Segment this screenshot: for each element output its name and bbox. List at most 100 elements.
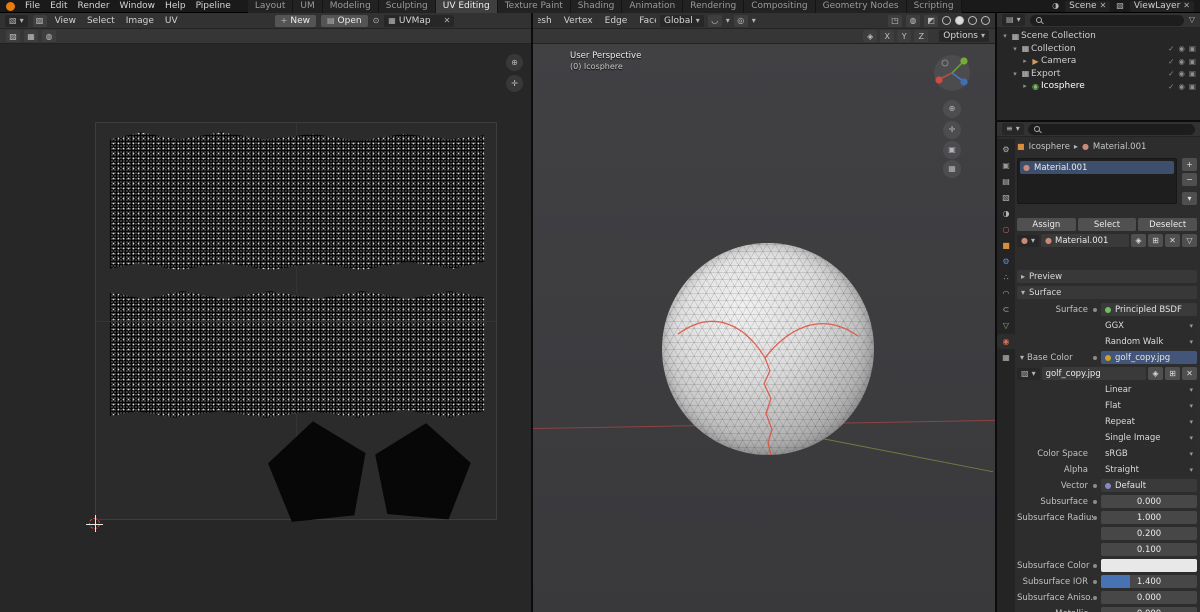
tab-texture[interactable]: ▦ — [997, 350, 1015, 365]
gizmo-toggle-icon[interactable]: ◳ — [888, 14, 902, 27]
keyframe-dot[interactable] — [1093, 595, 1097, 600]
proportional-dropdown-icon[interactable]: ▾ — [752, 16, 756, 25]
color-space-dropdown[interactable]: sRGB ▾ — [1101, 447, 1197, 460]
tab-modifiers[interactable]: ⚙ — [997, 254, 1015, 269]
uv-menu-uv[interactable]: UV — [162, 16, 181, 26]
eye-icon[interactable]: ◉ — [1178, 44, 1185, 53]
workspace-tab-texture-paint[interactable]: Texture Paint — [497, 0, 571, 13]
uv-sync-toggle-icon[interactable]: ▨ — [32, 14, 47, 27]
outliner-filter-icon[interactable]: ▽ — [1189, 16, 1195, 24]
mirror-x-toggle[interactable]: X — [880, 30, 895, 42]
expand-icon[interactable]: ▾ — [1010, 70, 1020, 78]
workspace-tab-geometry-nodes[interactable]: Geometry Nodes — [815, 0, 907, 13]
render-visibility-icon[interactable]: ▣ — [1189, 44, 1196, 53]
uv-island-pentagon-right[interactable] — [370, 419, 474, 521]
duplicate-image-button[interactable]: ⊞ — [1165, 367, 1180, 380]
viewlayer-selector[interactable]: ViewLayer ✕ — [1129, 0, 1194, 12]
fake-user-button[interactable]: ◈ — [1148, 367, 1163, 380]
workspace-tab-layout[interactable]: Layout — [247, 0, 294, 13]
outliner-row-export[interactable]: ▾ ▦ Export ✓ ◉ ▣ — [997, 68, 1200, 81]
sss-method-dropdown[interactable]: Random Walk ▾ — [1101, 335, 1197, 348]
outliner-search-input[interactable] — [1029, 14, 1184, 26]
image-name-field[interactable]: golf_copy.jpg — [1041, 367, 1146, 380]
mirror-y-toggle[interactable]: Y — [897, 30, 912, 42]
unlink-material-button[interactable]: ✕ — [1165, 234, 1180, 247]
scene-selector[interactable]: Scene ✕ — [1065, 0, 1111, 12]
new-material-button[interactable]: ⊞ — [1148, 234, 1163, 247]
tab-view-layer[interactable]: ▧ — [997, 190, 1015, 205]
uv-display-repeat-icon[interactable]: ▦ — [24, 30, 38, 42]
menu-pipeline[interactable]: Pipeline — [191, 1, 236, 11]
eye-icon[interactable]: ◉ — [1178, 82, 1185, 91]
render-visibility-icon[interactable]: ▣ — [1189, 57, 1196, 66]
tab-scene[interactable]: ◑ — [997, 206, 1015, 221]
expand-icon[interactable]: ▸ — [1020, 82, 1030, 90]
remove-slot-button[interactable]: − — [1182, 173, 1197, 186]
filter-button[interactable]: ▽ — [1182, 234, 1197, 247]
uv-pan-icon[interactable]: ✛ — [506, 75, 523, 92]
projection-dropdown[interactable]: Flat ▾ — [1101, 399, 1197, 412]
tab-tool[interactable]: ⚙ — [997, 142, 1015, 157]
breadcrumb-object[interactable]: Icosphere — [1029, 142, 1070, 152]
preview-panel-header[interactable]: ▸ Preview — [1017, 270, 1197, 283]
outliner-editor-type-button[interactable]: ▤ ▾ — [1002, 14, 1025, 26]
outliner-row-camera[interactable]: ▸ ▶ Camera ✓ ◉ ▣ — [997, 55, 1200, 68]
render-visibility-icon[interactable]: ▣ — [1189, 82, 1196, 91]
snap-magnet-icon[interactable]: ◡ — [707, 14, 722, 27]
radius-x-slider[interactable]: 1.000 — [1101, 511, 1197, 524]
open-image-button[interactable]: ▤ Open — [320, 14, 368, 27]
workspace-tab-um[interactable]: UM — [293, 0, 323, 13]
menu-help[interactable]: Help — [160, 1, 191, 11]
radius-y-slider[interactable]: 0.200 — [1101, 527, 1197, 540]
expand-icon[interactable]: ▾ — [1010, 45, 1020, 53]
unlink-image-button[interactable]: ✕ — [1182, 367, 1197, 380]
mirror-z-toggle[interactable]: Z — [914, 30, 929, 42]
transform-orientation-selector[interactable]: Global ▾ — [660, 14, 704, 27]
uv-display-overlay-icon[interactable]: ◍ — [42, 30, 56, 42]
proportional-edit-icon[interactable]: ◎ — [733, 14, 748, 27]
shading-wireframe-icon[interactable] — [942, 16, 951, 25]
keyframe-dot[interactable] — [1093, 499, 1097, 504]
eye-icon[interactable]: ◉ — [1178, 69, 1185, 78]
uv-zoom-icon[interactable]: ⊕ — [506, 54, 523, 71]
menu-render[interactable]: Render — [73, 1, 115, 11]
subsurface-color-swatch[interactable] — [1101, 559, 1197, 572]
uv-menu-select[interactable]: Select — [84, 16, 118, 26]
keyframe-dot[interactable] — [1093, 579, 1097, 584]
add-slot-button[interactable]: + — [1182, 158, 1197, 171]
fake-user-button[interactable]: ◈ — [1131, 234, 1146, 247]
xray-toggle-icon[interactable]: ◩ — [924, 14, 938, 27]
blender-logo-icon[interactable] — [6, 1, 15, 11]
workspace-tab-modeling[interactable]: Modeling — [322, 0, 379, 13]
properties-search-input[interactable] — [1027, 123, 1195, 135]
interpolation-dropdown[interactable]: Linear ▾ — [1101, 383, 1197, 396]
vp-menu-edge[interactable]: Edge — [602, 16, 631, 26]
uvmap-close-icon[interactable]: ✕ — [444, 16, 451, 25]
uv-display-channel-icon[interactable]: ▨ — [6, 30, 20, 42]
keyframe-dot[interactable] — [1093, 515, 1097, 520]
viewlayer-unlink-icon[interactable]: ✕ — [1183, 2, 1190, 10]
alpha-dropdown[interactable]: Straight ▾ — [1101, 463, 1197, 476]
browse-image-button[interactable]: ▨ ▾ — [1017, 367, 1040, 380]
workspace-tab-sculpting[interactable]: Sculpting — [378, 0, 436, 13]
snap-dropdown-icon[interactable]: ▾ — [726, 16, 730, 25]
uvmap-selector[interactable]: ▦ UVMap ✕ — [384, 14, 455, 27]
tab-particles[interactable]: ∴ — [997, 270, 1015, 285]
viewport-pan-icon[interactable]: ✛ — [943, 121, 961, 139]
navigation-gizmo[interactable] — [933, 54, 971, 92]
browse-material-button[interactable]: ● ▾ — [1017, 234, 1039, 247]
tab-constraints[interactable]: ⊂ — [997, 302, 1015, 317]
workspace-tab-scripting[interactable]: Scripting — [906, 0, 962, 13]
options-dropdown[interactable]: Options ▾ — [939, 30, 989, 42]
overlays-toggle-icon[interactable]: ◍ — [906, 14, 920, 27]
assign-button[interactable]: Assign — [1017, 218, 1076, 231]
breadcrumb-material[interactable]: Material.001 — [1093, 142, 1146, 152]
checkbox-icon[interactable]: ✓ — [1168, 44, 1174, 53]
workspace-tab-uv-editing[interactable]: UV Editing — [435, 0, 498, 13]
shading-material-icon[interactable] — [968, 16, 977, 25]
new-image-button[interactable]: + New — [274, 14, 316, 27]
radius-z-slider[interactable]: 0.100 — [1101, 543, 1197, 556]
checkbox-icon[interactable]: ✓ — [1168, 57, 1174, 66]
vp-menu-mesh[interactable]: Mesh — [538, 16, 555, 26]
shading-solid-icon[interactable] — [955, 16, 964, 25]
